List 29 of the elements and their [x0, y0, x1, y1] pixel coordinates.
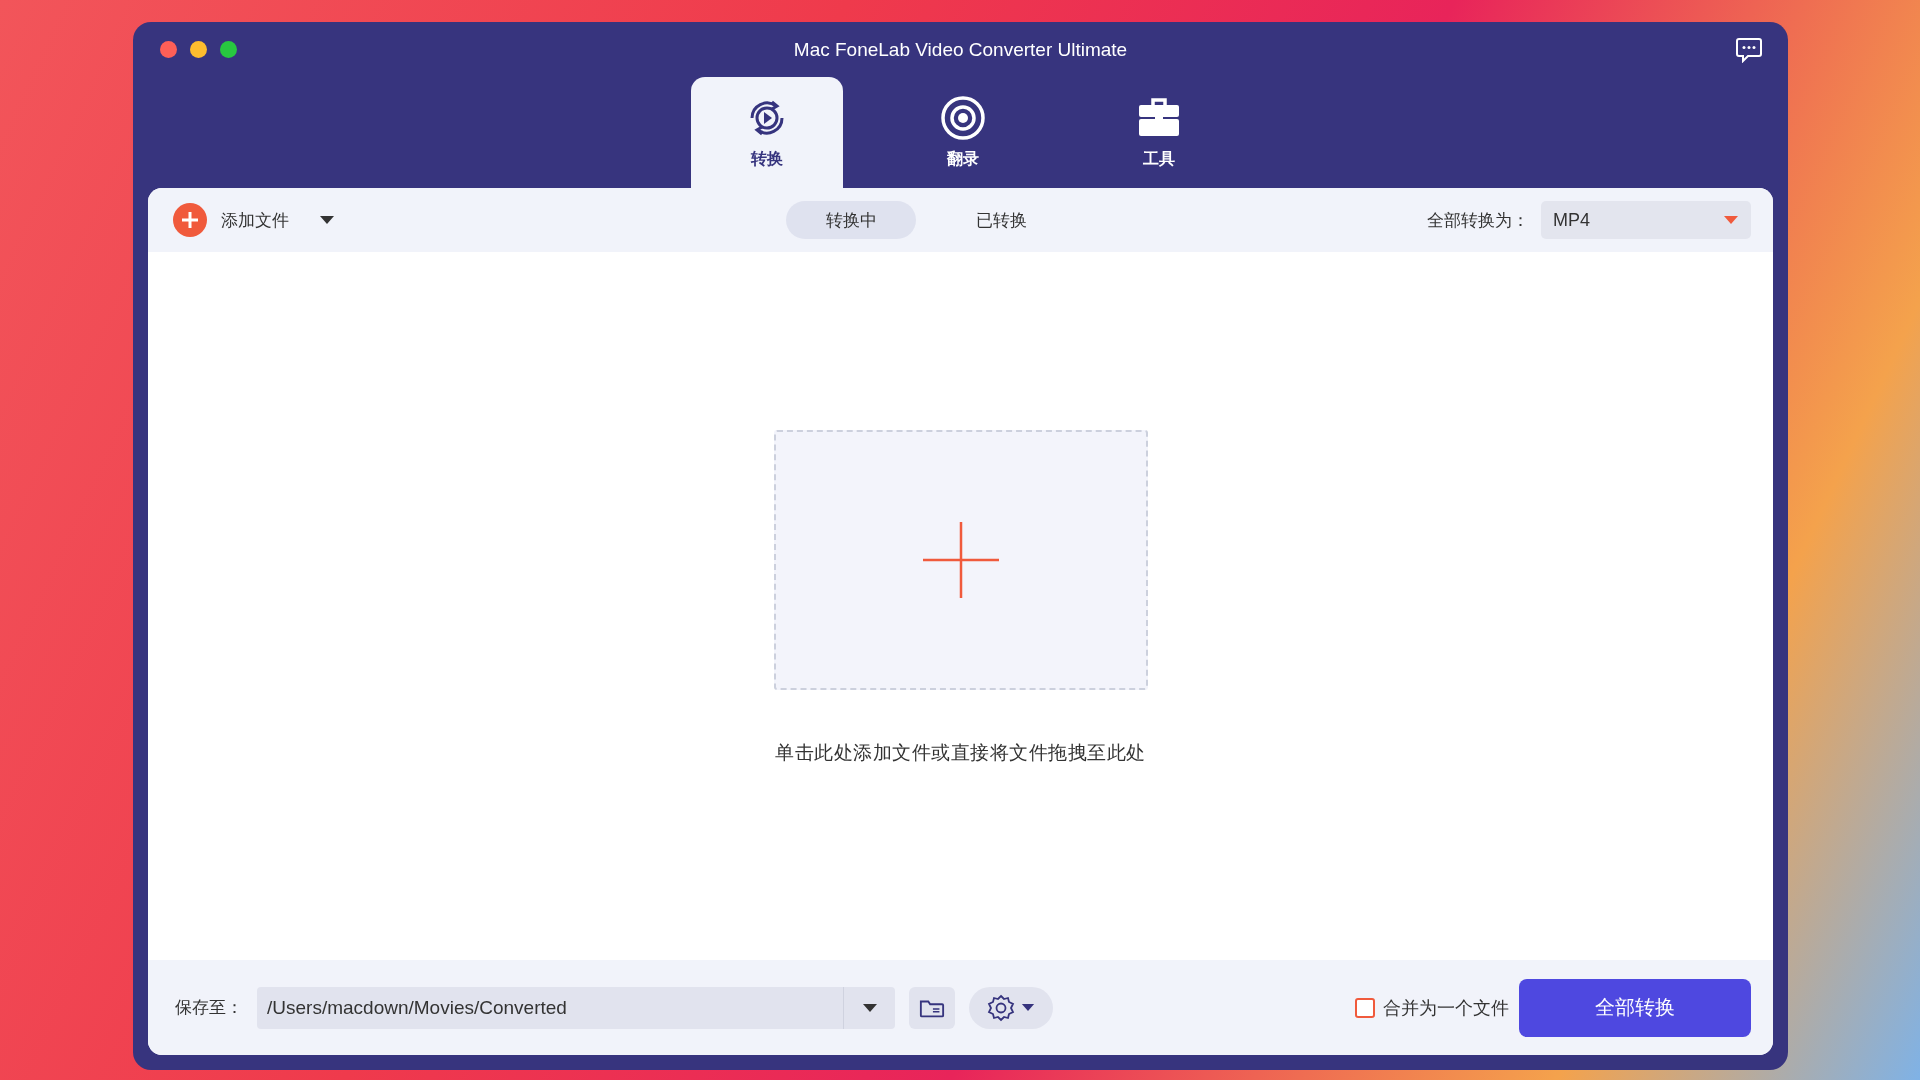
save-path-field[interactable]: /Users/macdown/Movies/Converted — [257, 986, 895, 1029]
filter-tab[interactable]: 转换中 — [786, 201, 916, 239]
convert-all-button[interactable]: 全部转换 — [1519, 978, 1751, 1037]
tab[interactable]: 翻录 — [887, 77, 1039, 188]
zoom-button[interactable] — [220, 41, 237, 58]
convert-all-label: 全部转换为： — [1427, 209, 1529, 232]
tab[interactable]: 工具 — [1083, 77, 1235, 188]
filter-tab[interactable]: 已转换 — [936, 201, 1066, 239]
dropdown-caret-icon[interactable] — [319, 215, 335, 225]
merge-label: 合并为一个文件 — [1383, 996, 1509, 1020]
record-icon — [940, 95, 986, 141]
plus-circle-icon — [173, 203, 207, 237]
dropdown-caret-icon — [1021, 1003, 1035, 1012]
chat-bubble-icon[interactable] — [1735, 37, 1763, 63]
save-to-label: 保存至： — [175, 997, 243, 1019]
merge-checkbox[interactable] — [1355, 997, 1375, 1018]
close-button[interactable] — [160, 41, 177, 58]
open-folder-button[interactable] — [909, 986, 955, 1029]
format-dropdown[interactable]: MP4 — [1541, 201, 1751, 239]
dropdown-caret-icon[interactable] — [861, 1002, 878, 1013]
plus-icon — [922, 522, 999, 598]
tab[interactable]: 转换 — [691, 77, 843, 188]
add-files-button[interactable]: 添加文件 — [173, 203, 289, 237]
settings-button[interactable] — [969, 986, 1053, 1029]
settings-icon — [987, 993, 1015, 1022]
minimize-button[interactable] — [190, 41, 207, 58]
window-title: Mac FoneLab Video Converter Ultimate — [793, 38, 1128, 61]
drop-hint: 单击此处添加文件或直接将文件拖拽至此处 — [775, 741, 1146, 765]
dropdown-caret-icon — [1723, 215, 1739, 225]
